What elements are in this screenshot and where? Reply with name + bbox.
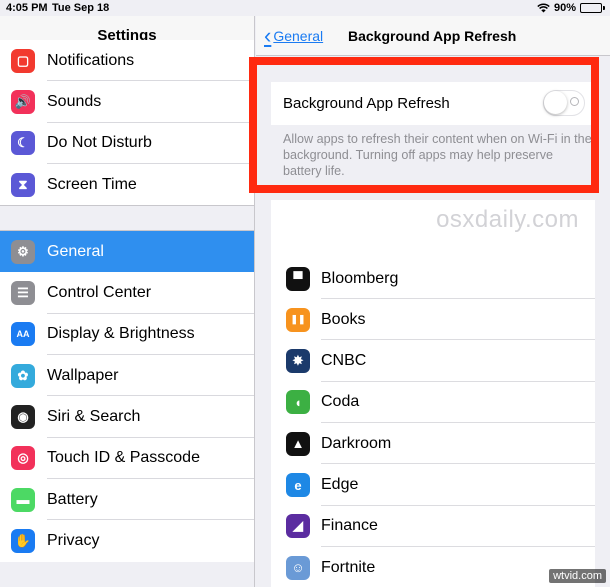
edge-icon: e [286,473,310,497]
sidebar-item-display-brightness[interactable]: AA Display & Brightness [0,313,254,356]
moon-icon: ☾ [11,131,35,156]
sidebar-item-label: Siri & Search [47,408,141,426]
sidebar-item-label: General [47,242,104,260]
status-right: 90% [537,2,605,14]
detail-title: Background App Refresh [348,27,517,44]
app-label: CNBC [321,352,367,370]
app-label: Books [321,310,366,328]
sidebar-item-do-not-disturb[interactable]: ☾ Do Not Disturb [0,122,254,165]
coda-icon: ◖ [286,390,310,415]
sidebar-item-screen-time[interactable]: ⧗ Screen Time [0,163,254,206]
battery-percent: 90% [553,2,576,14]
app-row-darkroom[interactable]: ▲ Darkroom [271,423,595,465]
sidebar-group-1: ▢ Notifications 🔊 Sounds ☾ Do Not Disturb ⧗ Scr… [0,40,254,206]
status-date: Tue Sep 18 [52,2,110,14]
app-row-fortnite[interactable]: ☺ Fortnite [271,547,595,587]
sounds-icon: 🔊 [11,89,35,114]
gear-icon: ⚙ [11,239,35,264]
sidebar-item-label: Touch ID & Passcode [47,449,200,467]
corner-watermark: wtvid.com [549,569,606,583]
hand-icon: ✋ [11,528,35,553]
battery-icon: ▬ [11,487,35,512]
sidebar-item-general[interactable]: ⚙ General [0,231,254,273]
wifi-icon [537,3,550,13]
back-label: General [273,27,324,44]
sidebar-item-siri-search[interactable]: ◉ Siri & Search [0,396,254,438]
sidebar-item-label: Wallpaper [47,366,119,384]
sidebar-item-label: Sounds [47,92,102,110]
watermark-text: osxdaily.com [436,206,579,233]
status-bar: 4:05 PM Tue Sep 18 90% [0,0,610,16]
app-row-coda[interactable]: ◖ Coda [271,382,595,423]
sidebar-item-privacy[interactable]: ✋ Privacy [0,520,254,562]
red-highlight-box [249,57,599,193]
sidebar-item-control-center[interactable]: ☰ Control Center [0,272,254,315]
app-label: Edge [321,476,359,493]
sidebar-item-label: Display & Brightness [47,325,195,343]
app-row-finance[interactable]: ◢ Finance [271,506,595,547]
sidebar-item-touch-id-passcode[interactable]: ◎ Touch ID & Passcode [0,437,254,480]
sidebar-item-wallpaper[interactable]: ✿ Wallpaper [0,355,254,397]
bloomberg-icon: ▀ [286,266,310,291]
app-label: Darkroom [321,434,392,452]
cnbc-icon: ✸ [286,349,310,374]
hourglass-icon: ⧗ [11,172,35,197]
app-label: Finance [321,517,378,535]
darkroom-icon: ▲ [286,431,310,456]
fortnite-icon: ☺ [286,555,310,580]
notifications-icon: ▢ [11,48,35,73]
fingerprint-icon: ◎ [11,446,35,471]
detail-nav-bar: ‹ General Background App Refresh [256,16,610,56]
sidebar-item-label: Screen Time [47,175,137,193]
app-list: osxdaily.com ▀ Bloomberg ❚❚ Books ✸ CNBC ◖ Coda… [271,200,595,587]
sidebar-item-sounds[interactable]: 🔊 Sounds [0,81,254,123]
app-label: Bloomberg [321,269,399,287]
settings-sidebar: Settings ▢ Notifications 🔊 Sounds ☾ Do Not Di… [0,16,255,587]
siri-icon: ◉ [11,405,35,430]
books-icon: ❚❚ [286,307,310,332]
sidebar-item-label: Notifications [47,51,135,69]
sidebar-item-battery[interactable]: ▬ Battery [0,478,254,521]
sidebar-item-label: Control Center [47,284,152,302]
battery-icon [580,3,605,13]
sidebar-group-2: ⚙ General ☰ Control Center AA Display & Brigh… [0,231,254,562]
app-row-bloomberg[interactable]: ▀ Bloomberg [271,258,595,299]
control-center-icon: ☰ [11,281,35,306]
sidebar-item-label: Battery [47,490,98,508]
status-time: 4:05 PM [6,2,48,14]
back-button[interactable]: ‹ General [264,22,324,48]
app-row-cnbc[interactable]: ✸ CNBC [271,341,595,382]
detail-pane: ‹ General Background App Refresh Backgro… [249,16,610,587]
sidebar-item-label: Privacy [47,531,100,549]
display-icon: AA [11,322,35,347]
finance-icon: ◢ [286,514,310,539]
app-label: Coda [321,393,360,411]
sidebar-item-label: Do Not Disturb [47,134,152,152]
app-label: Fortnite [321,558,376,576]
sidebar-item-notifications[interactable]: ▢ Notifications [0,40,254,82]
wallpaper-icon: ✿ [11,363,35,388]
group-separator [0,205,254,232]
app-row-books[interactable]: ❚❚ Books [271,299,595,341]
app-row-edge[interactable]: e Edge [271,465,595,506]
chevron-left-icon: ‹ [264,22,272,48]
